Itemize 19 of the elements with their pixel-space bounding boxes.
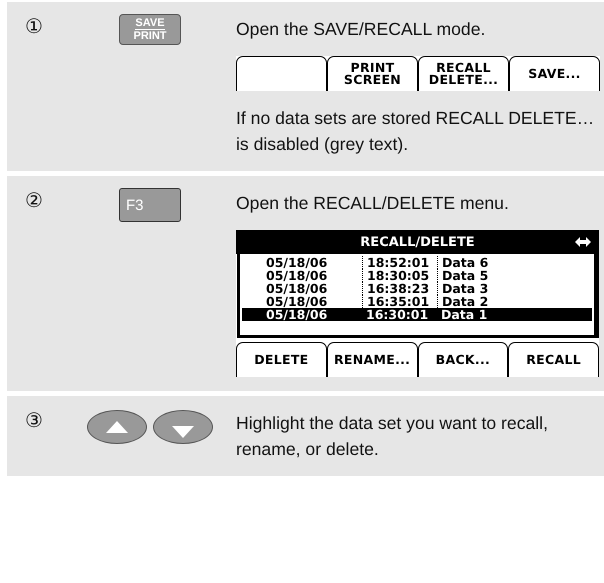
blank-softkey[interactable]: [236, 56, 327, 91]
instruction-text: Open the RECALL/DELETE menu.: [236, 192, 510, 215]
up-triangle-icon: [106, 421, 128, 433]
menu-title: RECALL/DELETE: [360, 234, 475, 250]
note-text: If no data sets are stored RECALL DELETE… is disabled (grey text).: [236, 107, 596, 156]
softkey[interactable]: RECALL DELETE...: [418, 56, 509, 91]
down-triangle-icon: [172, 426, 194, 438]
step-number: ③: [25, 409, 44, 434]
softkey[interactable]: RECALL: [508, 342, 599, 377]
step-number: ①: [25, 15, 44, 40]
instruction-text: Highlight the data set you want to recall, rename, or delete.: [236, 412, 549, 461]
softkey[interactable]: PRINT SCREEN: [327, 56, 418, 91]
instruction-text: Open the SAVE/RECALL mode.: [236, 18, 486, 41]
softkey[interactable]: BACK...: [418, 342, 508, 377]
data-set-row[interactable]: 05/18/06 16:30:01 Data 1: [242, 308, 592, 321]
softkey[interactable]: RENAME...: [326, 342, 418, 377]
softkey[interactable]: SAVE...: [509, 56, 600, 91]
softkey[interactable]: DELETE: [236, 342, 327, 377]
step-number: ②: [25, 189, 44, 214]
